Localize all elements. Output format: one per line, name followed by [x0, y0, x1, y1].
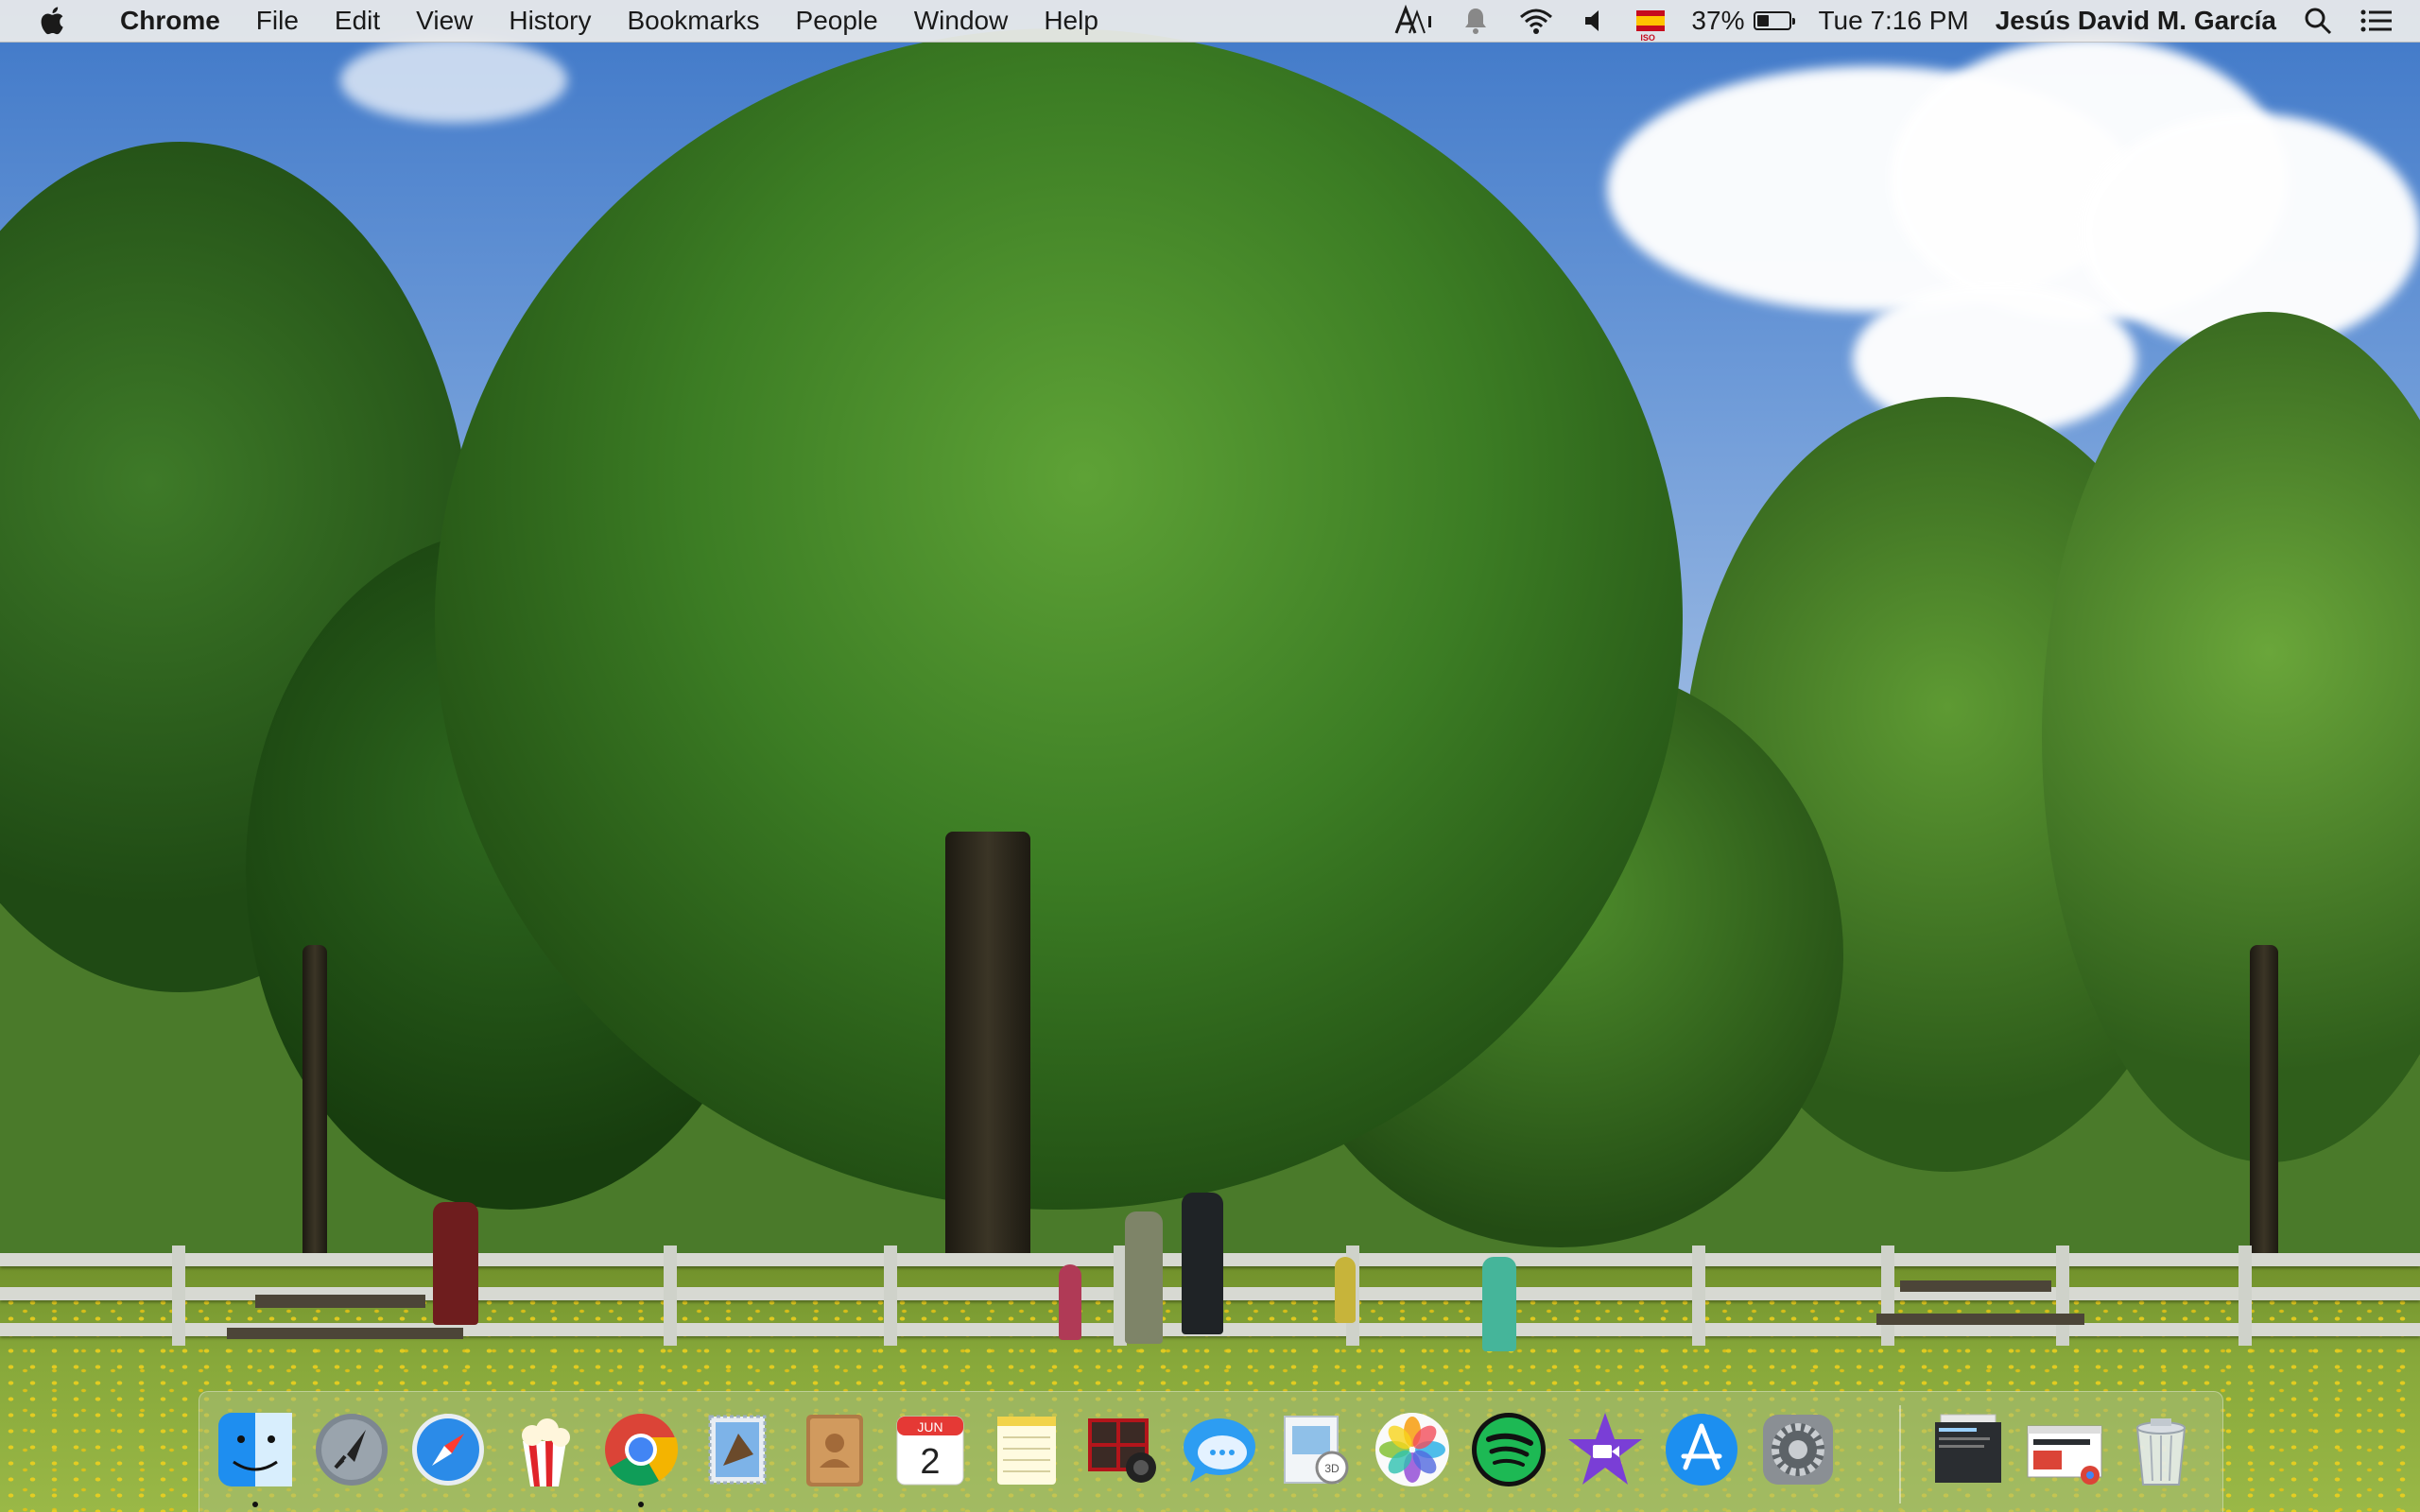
fence-post: [172, 1246, 185, 1346]
apple-logo-icon[interactable]: [38, 5, 70, 37]
menu-view[interactable]: View: [398, 0, 491, 42]
spotify-icon[interactable]: [1468, 1409, 1549, 1490]
menu-file[interactable]: File: [238, 0, 317, 42]
speech-bubble-icon[interactable]: [1179, 1409, 1260, 1490]
clock[interactable]: Tue 7:16 PM: [1818, 6, 1968, 36]
desktop-wallpaper: [0, 0, 2420, 1512]
volume-icon[interactable]: [1582, 7, 1610, 35]
pinwheel-icon[interactable]: [1372, 1409, 1453, 1490]
picnic-table: [255, 1295, 425, 1308]
spotlight-search-icon[interactable]: [2303, 6, 2333, 36]
rocket-icon[interactable]: [311, 1409, 392, 1490]
adobe-creative-cloud-icon[interactable]: [1392, 5, 1434, 37]
battery-percent[interactable]: 37%: [1691, 6, 1744, 36]
person: [1059, 1264, 1081, 1340]
tree-trunk: [302, 945, 327, 1285]
input-source-spanish-iso-icon[interactable]: [1636, 10, 1666, 43]
fence-post: [1881, 1246, 1894, 1346]
dock: JUN 2 3D: [199, 1391, 2223, 1512]
running-indicator: [638, 1502, 644, 1507]
picnic-table: [227, 1328, 463, 1339]
tree-canopy: [435, 28, 1683, 1210]
gear-icon[interactable]: [1757, 1409, 1839, 1490]
finder-icon[interactable]: [215, 1409, 296, 1490]
photo-booth-icon[interactable]: [1082, 1409, 1164, 1490]
fence-post: [2056, 1246, 2069, 1346]
compass-icon[interactable]: [407, 1409, 489, 1490]
tree-trunk: [945, 832, 1030, 1285]
fence-post: [1692, 1246, 1705, 1346]
app-store-icon[interactable]: [1661, 1409, 1742, 1490]
notification-bell-icon[interactable]: [1461, 5, 1491, 37]
tree-trunk: [2250, 945, 2278, 1266]
window-thumbnail-icon[interactable]: [2024, 1409, 2105, 1490]
trash-icon[interactable]: [2120, 1409, 2202, 1490]
popcorn-icon[interactable]: [504, 1409, 585, 1490]
fence-post: [2238, 1246, 2252, 1346]
notification-center-icon[interactable]: [2360, 7, 2394, 35]
user-name[interactable]: Jesús David M. García: [1996, 6, 2276, 36]
menu-app-chrome[interactable]: Chrome: [102, 0, 238, 42]
battery-icon[interactable]: [1754, 11, 1796, 30]
picnic-table: [1876, 1314, 2084, 1325]
svg-text:3D: 3D: [1324, 1462, 1340, 1475]
person: [1125, 1211, 1163, 1344]
menu-history[interactable]: History: [491, 0, 609, 42]
calendar-day: 2: [920, 1442, 940, 1482]
running-indicator: [252, 1502, 258, 1507]
person: [433, 1202, 478, 1325]
menu-bookmarks[interactable]: Bookmarks: [609, 0, 777, 42]
notepad-icon[interactable]: [986, 1409, 1067, 1490]
menu-help[interactable]: Help: [1026, 0, 1116, 42]
person: [1335, 1257, 1356, 1323]
cloud: [340, 38, 567, 123]
menu-people[interactable]: People: [778, 0, 896, 42]
star-camera-icon[interactable]: [1564, 1409, 1646, 1490]
person: [1482, 1257, 1516, 1351]
calendar-icon[interactable]: JUN 2: [890, 1409, 971, 1490]
person: [1182, 1193, 1223, 1334]
chrome-icon[interactable]: [600, 1409, 682, 1490]
wifi-icon[interactable]: [1517, 6, 1555, 36]
menu-bar: Chrome File Edit View History Bookmarks …: [0, 0, 2420, 43]
preview-icon[interactable]: 3D: [1275, 1409, 1357, 1490]
stamp-icon[interactable]: [697, 1409, 778, 1490]
battery-level: [1757, 15, 1770, 26]
picnic-table: [1900, 1280, 2051, 1292]
address-book-icon[interactable]: [793, 1409, 874, 1490]
fence-post: [664, 1246, 677, 1346]
fence-post: [884, 1246, 897, 1346]
calendar-month: JUN: [917, 1419, 942, 1435]
document-stack-icon[interactable]: [1927, 1409, 2009, 1490]
dock-separator: [1899, 1405, 1901, 1503]
menu-edit[interactable]: Edit: [317, 0, 398, 42]
menu-window[interactable]: Window: [896, 0, 1027, 42]
